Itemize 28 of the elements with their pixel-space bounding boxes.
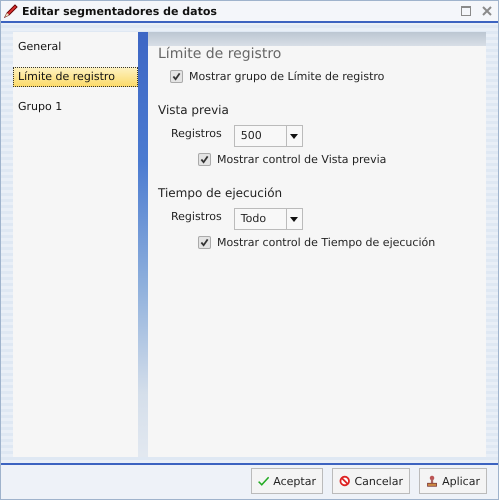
- prohibited-icon: [339, 473, 350, 489]
- sidebar-item[interactable]: Límite de registro: [13, 67, 138, 87]
- checkmark-icon: [258, 474, 270, 488]
- dropdown[interactable]: Todo: [234, 208, 303, 230]
- dropdown-arrow-icon: [290, 216, 298, 222]
- group-title: Tiempo de ejecución: [157, 186, 284, 200]
- window-title: Editar segmentadores de datos: [22, 4, 217, 18]
- apply-button[interactable]: Aplicar: [419, 468, 487, 494]
- field-label: Registros: [171, 210, 222, 223]
- sidebar-item[interactable]: Grupo 1: [13, 97, 138, 117]
- section-title: Límite de registro: [157, 46, 282, 62]
- group-title: Vista previa: [157, 103, 230, 117]
- dropdown[interactable]: 500: [234, 125, 303, 147]
- maximize-icon[interactable]: [461, 6, 471, 16]
- field-label: Registros: [171, 127, 222, 140]
- checkbox[interactable]: [198, 153, 211, 166]
- checkbox-label: Mostrar grupo de Límite de registro: [189, 70, 384, 83]
- checkbox[interactable]: [198, 236, 211, 249]
- sidebar-item[interactable]: General: [13, 37, 138, 57]
- checkbox-label: Mostrar control de Tiempo de ejecución: [217, 236, 436, 249]
- checkbox-label: Mostrar control de Vista previa: [217, 153, 386, 166]
- stamp-icon: [426, 473, 438, 489]
- pencil-icon: [3, 3, 19, 19]
- checkbox[interactable]: [170, 70, 183, 83]
- cancel-button[interactable]: Cancelar: [332, 468, 410, 494]
- accept-button[interactable]: Aceptar: [251, 468, 323, 494]
- close-icon[interactable]: [482, 6, 492, 16]
- dropdown-arrow-icon: [290, 134, 298, 138]
